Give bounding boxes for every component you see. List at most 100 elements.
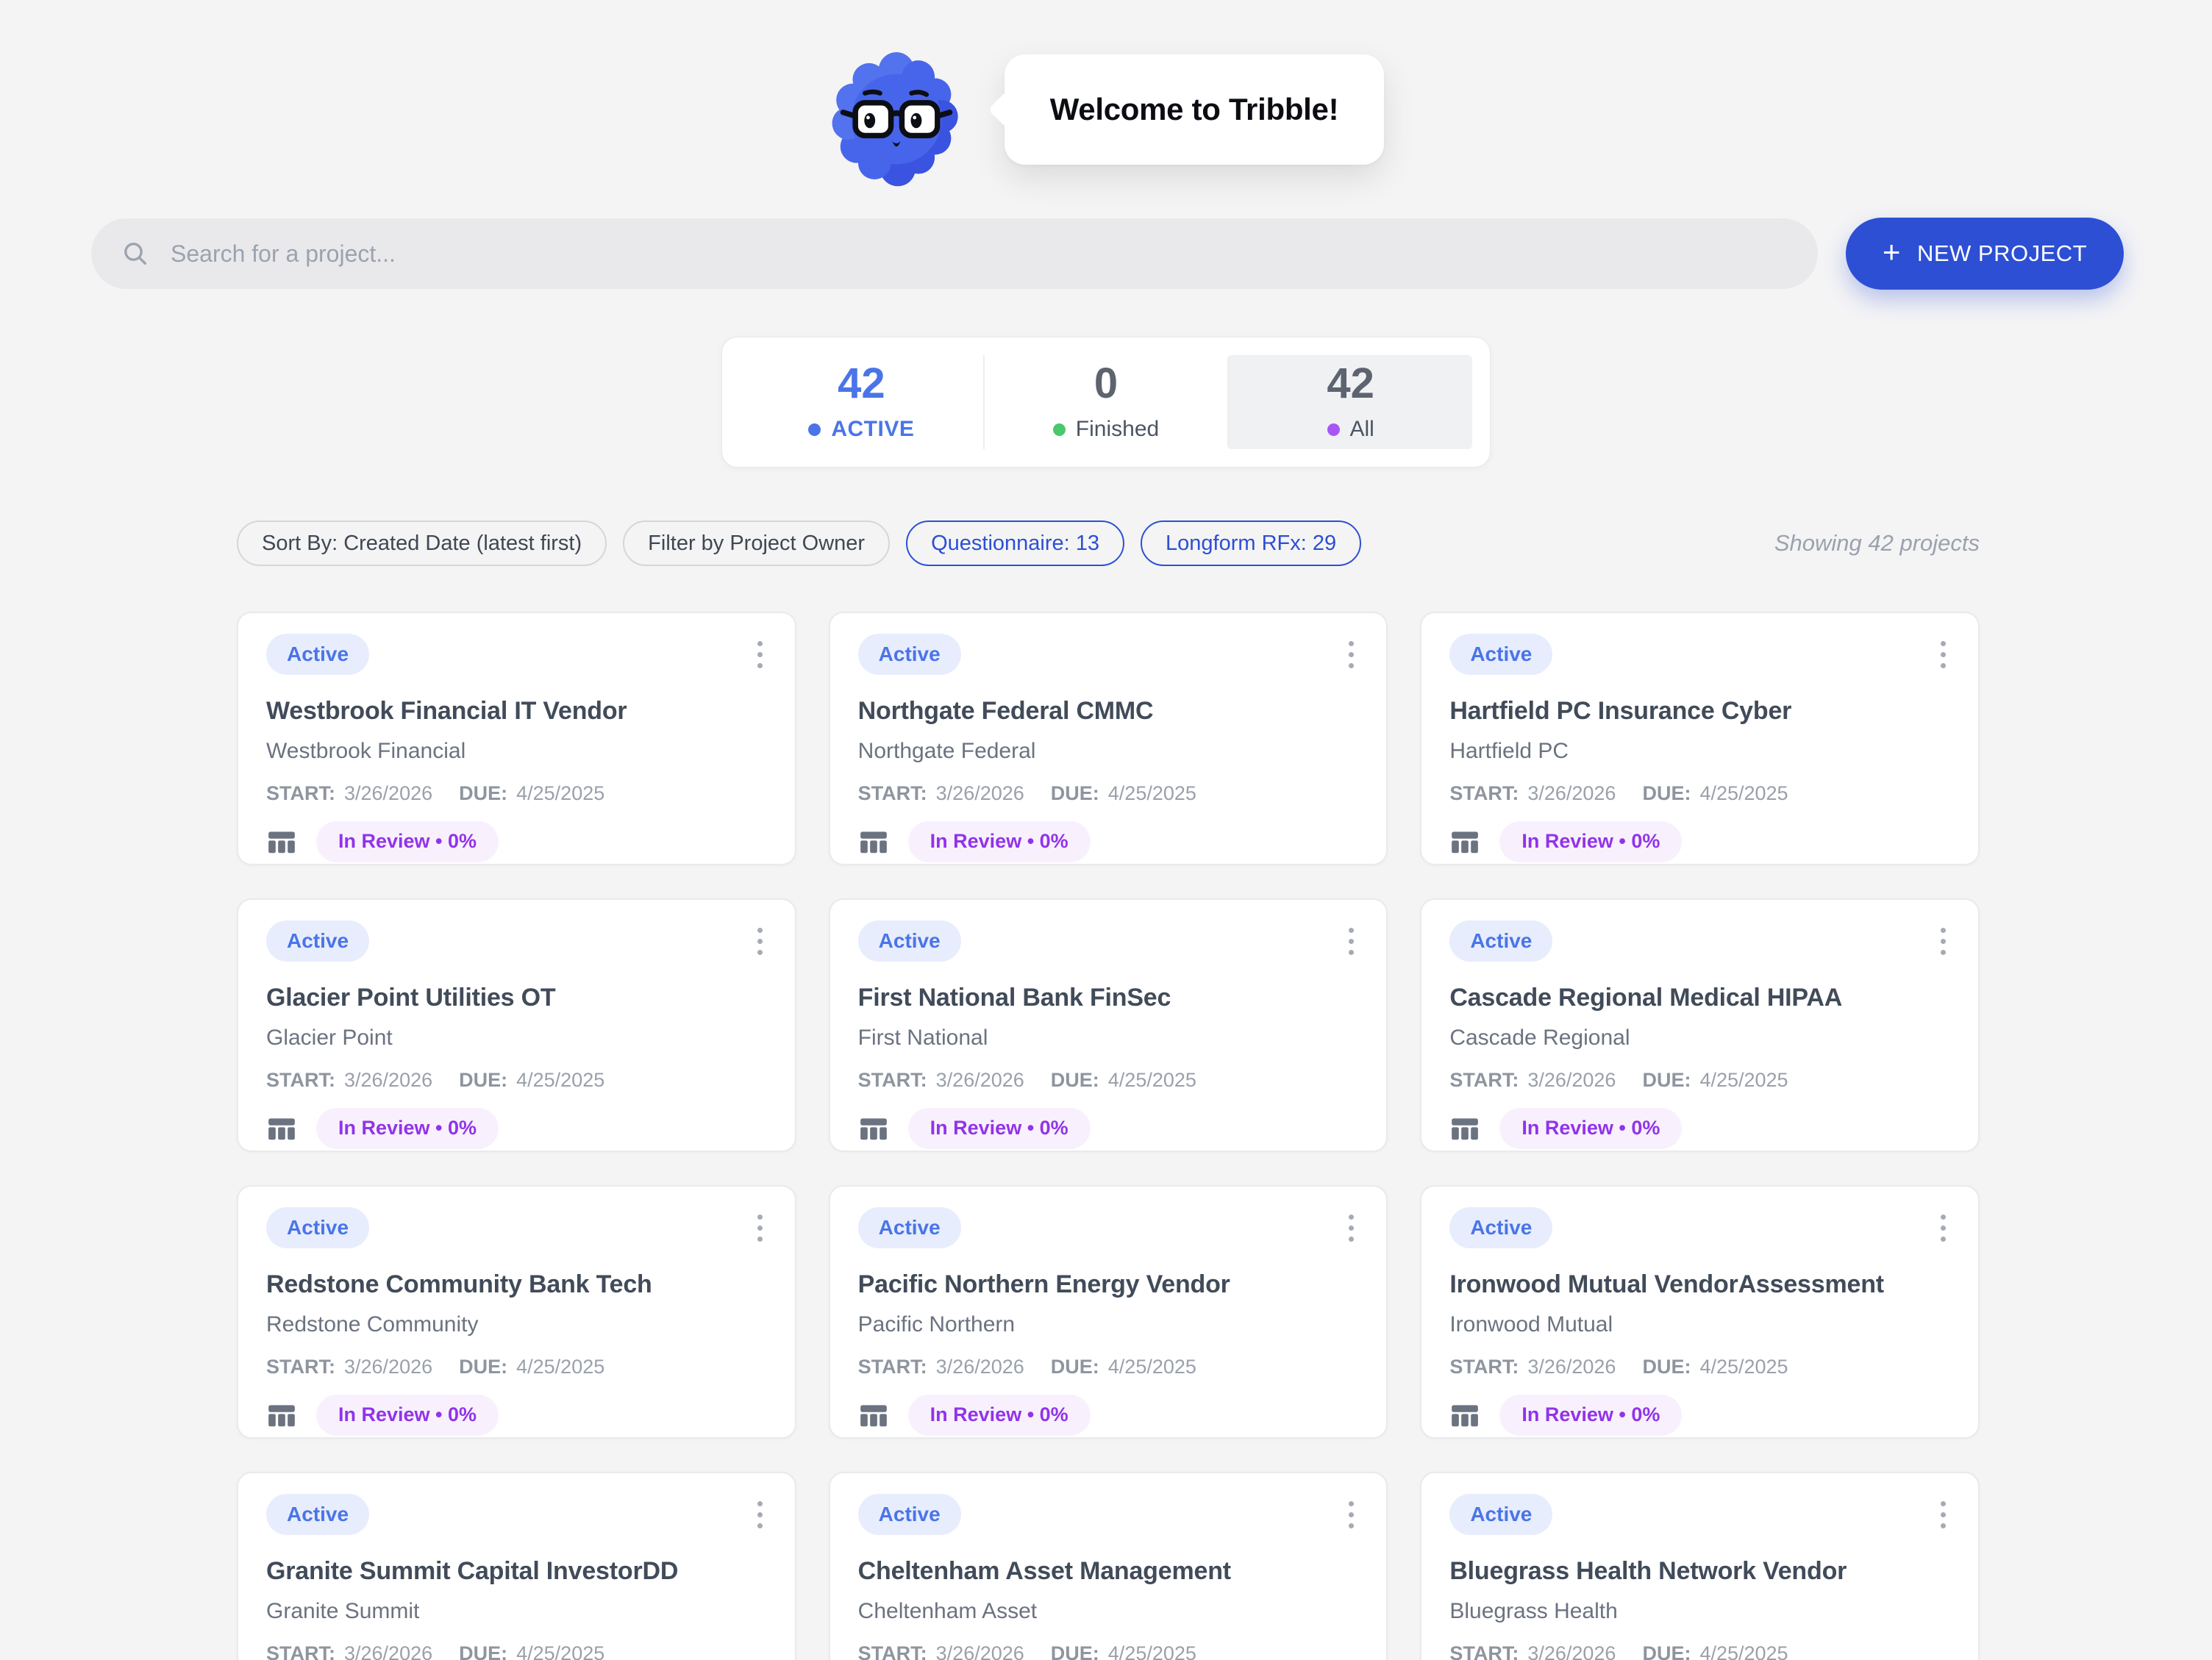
project-title: Westbrook Financial IT Vendor: [266, 696, 767, 726]
stat-finished-value: 0: [1094, 362, 1118, 405]
start-date: 3/26/2026: [936, 1356, 1024, 1378]
project-company: Hartfield PC: [1449, 738, 1950, 765]
new-project-button[interactable]: + NEW PROJECT: [1846, 218, 2124, 290]
project-card[interactable]: Active Westbrook Financial IT Vendor Wes…: [237, 612, 796, 865]
due-label: DUE:: [1051, 1356, 1099, 1378]
status-badge: Active: [858, 1207, 961, 1248]
filter-owner-chip[interactable]: Filter by Project Owner: [623, 520, 890, 566]
dashboard-page: Welcome to Tribble! + NEW PROJECT 42 ACT…: [0, 0, 2212, 1660]
tribble-mascot-logo: [828, 47, 965, 194]
start-date: 3/26/2026: [344, 1356, 432, 1378]
questionnaire-chip[interactable]: Questionnaire: 13: [906, 520, 1124, 566]
table-icon: [1449, 1400, 1480, 1431]
project-stats-card: 42 ACTIVE 0 Finished 42 All: [721, 337, 1491, 468]
due-label: DUE:: [1051, 1642, 1099, 1660]
project-card[interactable]: Active Ironwood Mutual VendorAssessment …: [1420, 1185, 1980, 1439]
kebab-menu-icon[interactable]: [1344, 1494, 1358, 1536]
kebab-menu-icon[interactable]: [1936, 920, 1950, 962]
project-company: Pacific Northern: [858, 1312, 1359, 1338]
project-company: Granite Summit: [266, 1598, 767, 1625]
project-company: Ironwood Mutual: [1449, 1312, 1950, 1338]
kebab-menu-icon[interactable]: [753, 920, 767, 962]
project-card[interactable]: Active Hartfield PC Insurance Cyber Hart…: [1420, 612, 1980, 865]
kebab-menu-icon[interactable]: [1344, 1207, 1358, 1249]
stat-active[interactable]: 42 ACTIVE: [740, 355, 983, 449]
project-title: Cascade Regional Medical HIPAA: [1449, 983, 1950, 1013]
project-dates: START: 3/26/2026 DUE: 4/25/2025: [1449, 1356, 1950, 1378]
project-card[interactable]: Active Granite Summit Capital InvestorDD…: [237, 1472, 796, 1660]
due-label: DUE:: [1642, 1069, 1691, 1092]
table-icon: [1449, 826, 1480, 857]
status-badge: Active: [266, 634, 369, 675]
due-date: 4/25/2025: [1108, 1356, 1196, 1378]
project-card[interactable]: Active Glacier Point Utilities OT Glacie…: [237, 898, 796, 1152]
project-company: Redstone Community: [266, 1312, 767, 1338]
stat-all[interactable]: 42 All: [1227, 355, 1472, 449]
hero-section: Welcome to Tribble!: [0, 0, 2212, 176]
kebab-menu-icon[interactable]: [1344, 634, 1358, 676]
review-status-pill: In Review • 0%: [316, 1108, 499, 1149]
plus-icon: +: [1883, 237, 1901, 268]
review-status-pill: In Review • 0%: [1499, 1108, 1682, 1149]
project-card[interactable]: Active Cheltenham Asset Management Chelt…: [829, 1472, 1388, 1660]
stat-all-value: 42: [1327, 362, 1374, 405]
project-dates: START: 3/26/2026 DUE: 4/25/2025: [858, 1642, 1359, 1660]
start-label: START:: [1449, 1069, 1519, 1092]
project-dates: START: 3/26/2026 DUE: 4/25/2025: [858, 1069, 1359, 1092]
kebab-menu-icon[interactable]: [753, 1207, 767, 1249]
search-box[interactable]: [91, 218, 1818, 289]
project-card[interactable]: Active First National Bank FinSec First …: [829, 898, 1388, 1152]
welcome-speech-bubble: Welcome to Tribble!: [1005, 54, 1385, 165]
project-company: Bluegrass Health: [1449, 1598, 1950, 1625]
due-date: 4/25/2025: [516, 782, 604, 805]
kebab-menu-icon[interactable]: [753, 1494, 767, 1536]
start-date: 3/26/2026: [1527, 1642, 1616, 1660]
project-title: Northgate Federal CMMC: [858, 696, 1359, 726]
project-card[interactable]: Active Cascade Regional Medical HIPAA Ca…: [1420, 898, 1980, 1152]
due-label: DUE:: [1051, 782, 1099, 805]
project-dates: START: 3/26/2026 DUE: 4/25/2025: [1449, 782, 1950, 805]
kebab-menu-icon[interactable]: [1936, 1207, 1950, 1249]
due-date: 4/25/2025: [516, 1642, 604, 1660]
project-dates: START: 3/26/2026 DUE: 4/25/2025: [1449, 1642, 1950, 1660]
review-status-pill: In Review • 0%: [908, 821, 1091, 862]
search-input[interactable]: [171, 240, 1788, 268]
all-dot-icon: [1327, 423, 1340, 436]
project-dates: START: 3/26/2026 DUE: 4/25/2025: [266, 782, 767, 805]
project-title: Pacific Northern Energy Vendor: [858, 1270, 1359, 1300]
project-dates: START: 3/26/2026 DUE: 4/25/2025: [858, 782, 1359, 805]
project-card[interactable]: Active Northgate Federal CMMC Northgate …: [829, 612, 1388, 865]
project-title: Glacier Point Utilities OT: [266, 983, 767, 1013]
status-badge: Active: [1449, 634, 1552, 675]
filter-row: Sort By: Created Date (latest first) Fil…: [237, 520, 1980, 566]
stat-finished-label: Finished: [1076, 417, 1159, 442]
project-dates: START: 3/26/2026 DUE: 4/25/2025: [266, 1642, 767, 1660]
project-card[interactable]: Active Bluegrass Health Network Vendor B…: [1420, 1472, 1980, 1660]
stat-finished[interactable]: 0 Finished: [983, 355, 1228, 449]
project-card[interactable]: Active Redstone Community Bank Tech Reds…: [237, 1185, 796, 1439]
kebab-menu-icon[interactable]: [1936, 634, 1950, 676]
status-badge: Active: [1449, 1494, 1552, 1535]
project-company: Westbrook Financial: [266, 738, 767, 765]
kebab-menu-icon[interactable]: [753, 634, 767, 676]
due-label: DUE:: [459, 1356, 507, 1378]
project-dates: START: 3/26/2026 DUE: 4/25/2025: [1449, 1069, 1950, 1092]
stat-all-label: All: [1350, 417, 1374, 442]
project-title: Redstone Community Bank Tech: [266, 1270, 767, 1300]
project-card[interactable]: Active Pacific Northern Energy Vendor Pa…: [829, 1185, 1388, 1439]
due-date: 4/25/2025: [1108, 1642, 1196, 1660]
start-date: 3/26/2026: [1527, 782, 1616, 805]
review-status-pill: In Review • 0%: [1499, 821, 1682, 862]
due-label: DUE:: [1642, 1642, 1691, 1660]
sort-by-chip[interactable]: Sort By: Created Date (latest first): [237, 520, 607, 566]
due-date: 4/25/2025: [1699, 782, 1788, 805]
longform-rfx-chip[interactable]: Longform RFx: 29: [1141, 520, 1361, 566]
start-label: START:: [266, 1356, 335, 1378]
kebab-menu-icon[interactable]: [1936, 1494, 1950, 1536]
stat-active-value: 42: [838, 362, 885, 405]
start-label: START:: [1449, 782, 1519, 805]
start-label: START:: [1449, 1642, 1519, 1660]
due-date: 4/25/2025: [516, 1069, 604, 1092]
showing-count-text: Showing 42 projects: [1774, 530, 1980, 557]
kebab-menu-icon[interactable]: [1344, 920, 1358, 962]
